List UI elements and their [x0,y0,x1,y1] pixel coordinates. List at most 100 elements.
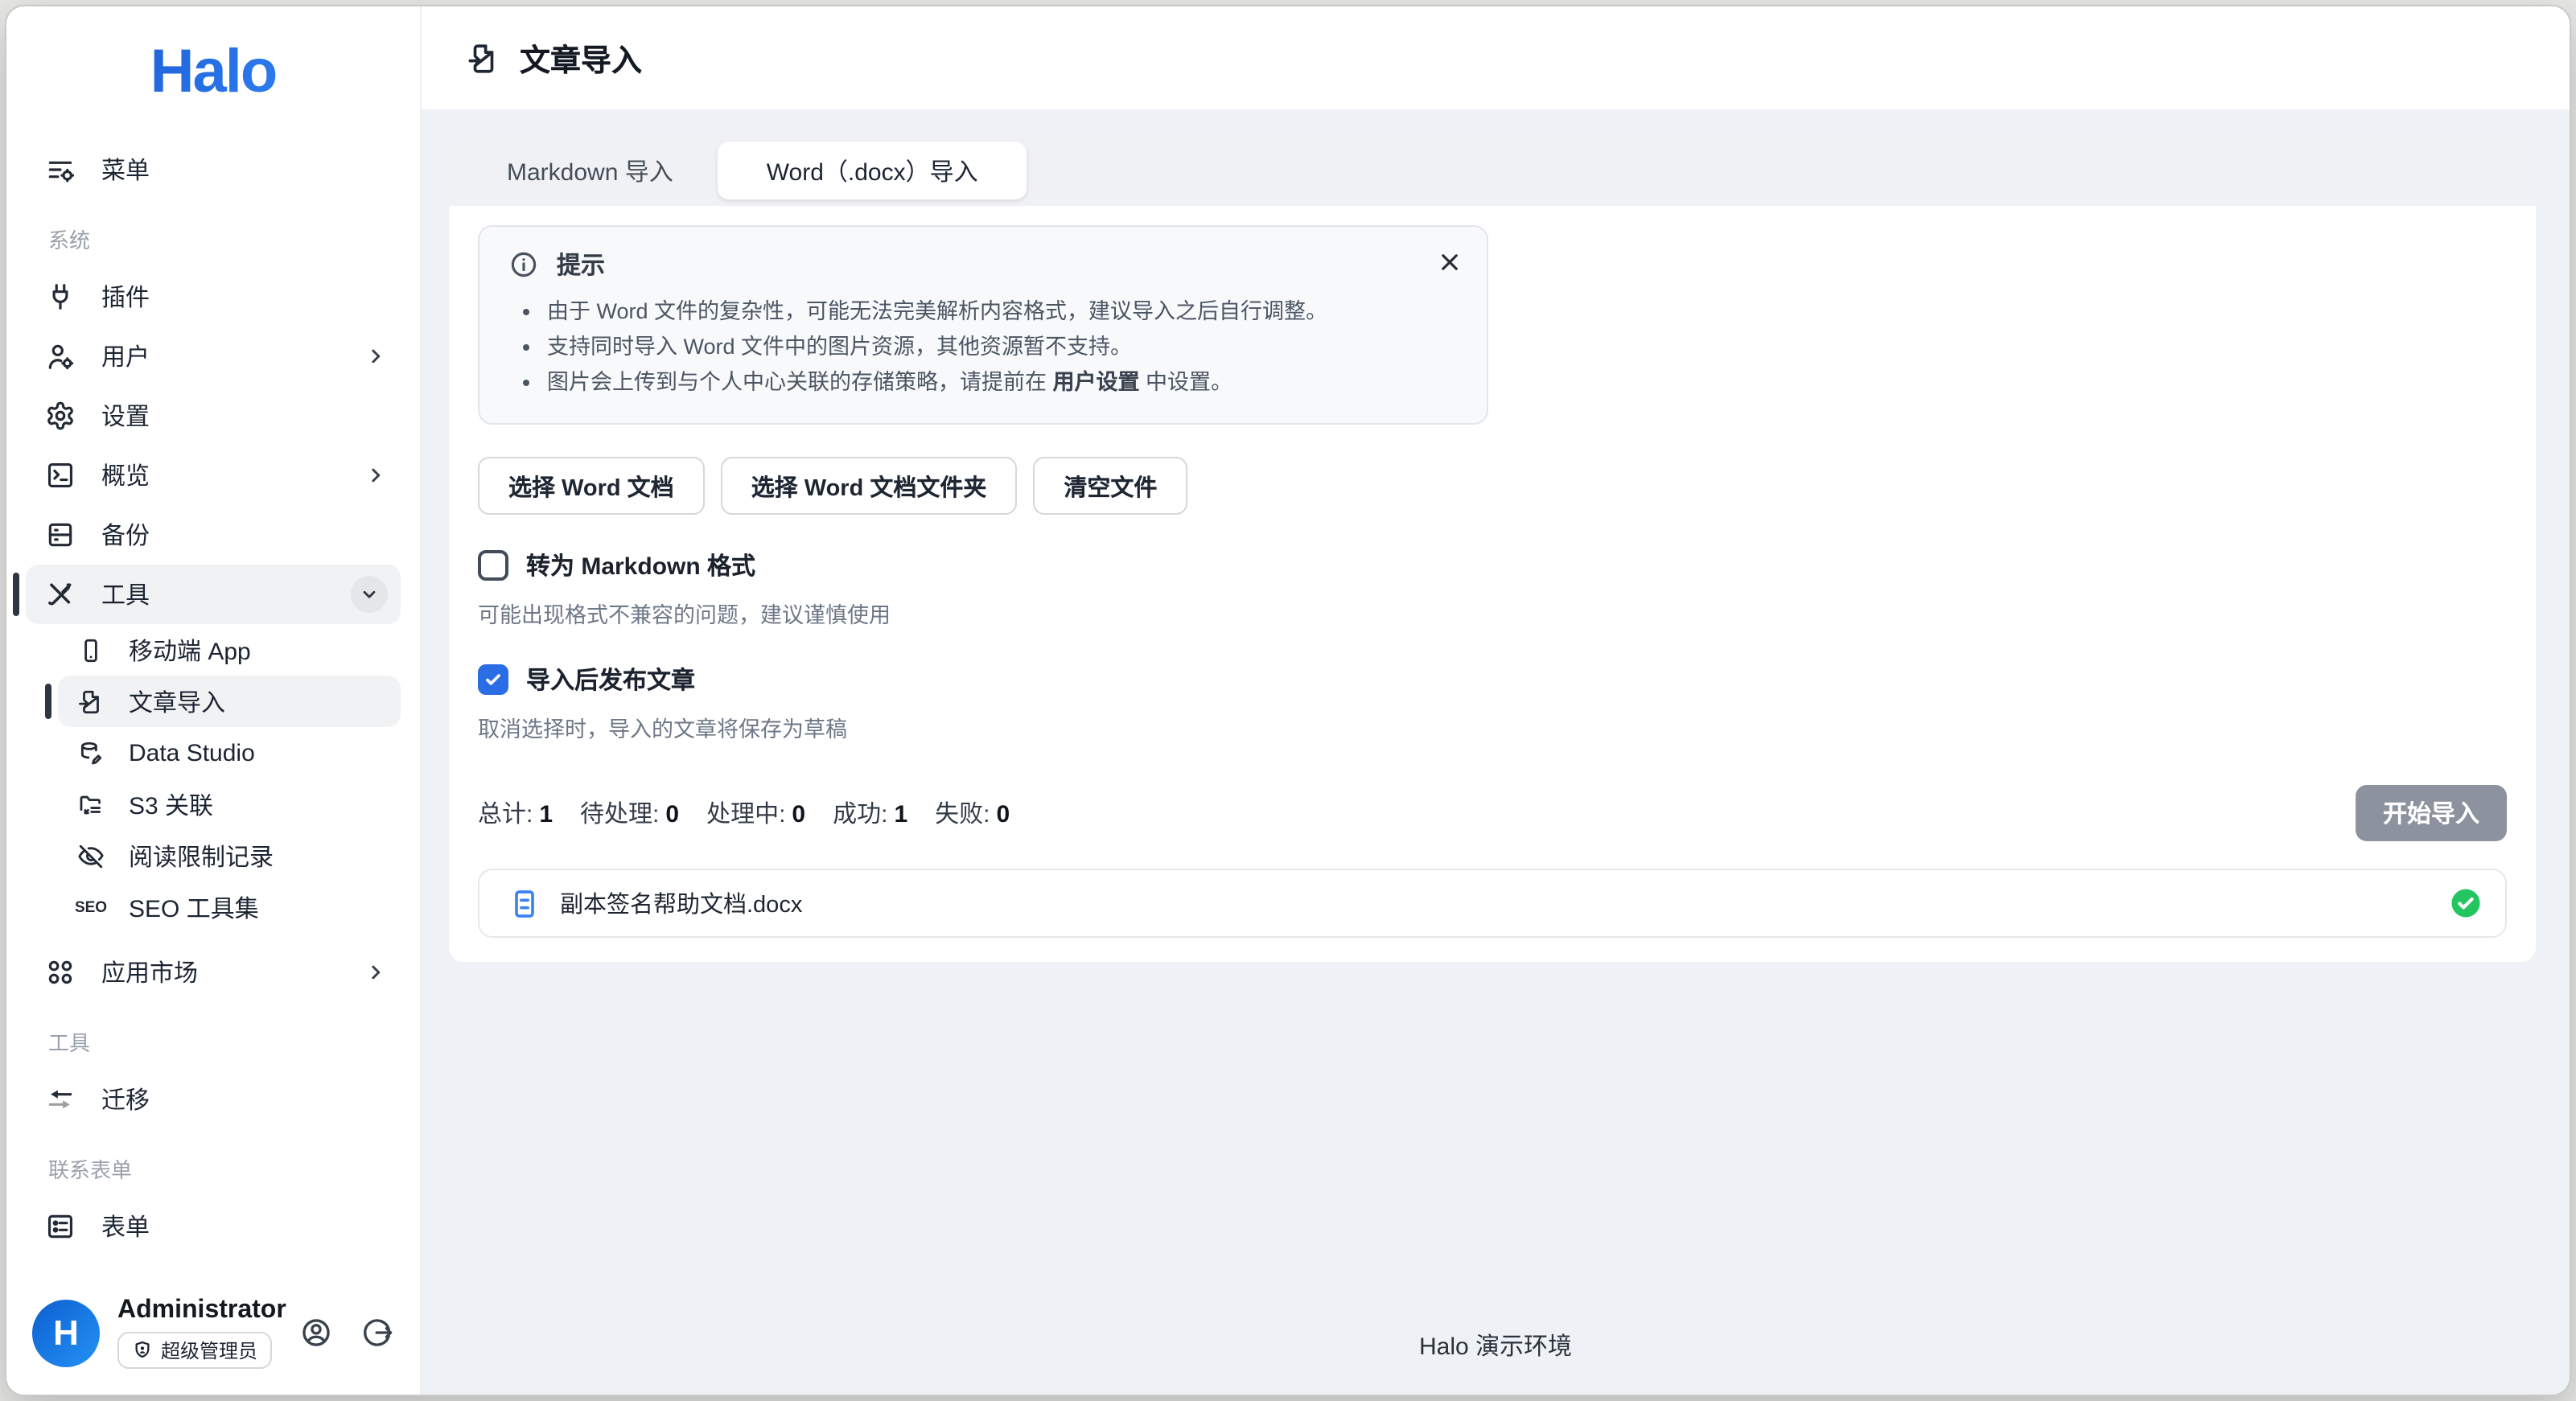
publish-checkbox-row[interactable]: 导入后发布文章 [478,663,2507,696]
alert-bullet: 支持同时导入 Word 文件中的图片资源，其他资源暂不支持。 [547,331,1461,364]
sidebar-item-data-studio[interactable]: Data Studio [58,727,401,779]
alert-bullet: 由于 Word 文件的复杂性，可能无法完美解析内容格式，建议导入之后自行调整。 [547,296,1461,328]
import-stats-row: 总计:1 待处理:0 处理中:0 成功:1 失败:0 开始导入 [478,785,2507,841]
file-action-buttons: 选择 Word 文档 选择 Word 文档文件夹 清空文件 [478,457,2507,515]
check-circle-icon [2449,886,2483,920]
import-panel: 提示 由于 Word 文件的复杂性，可能无法完美解析内容格式，建议导入之后自行调… [449,206,2536,962]
convert-markdown-checkbox-row[interactable]: 转为 Markdown 格式 [478,548,2507,582]
sidebar-item-label: 概览 [101,458,150,492]
user-area: H Administrator 超级管理员 [6,1280,420,1378]
sidebar-item-seo[interactable]: SEO SEO 工具集 [58,881,401,933]
sidebar-item-mobile-app[interactable]: 移动端 App [58,624,401,676]
terminal-icon [45,460,76,491]
sidebar-item-settings[interactable]: 设置 [26,386,401,446]
tips-alert: 提示 由于 Word 文件的复杂性，可能无法完美解析内容格式，建议导入之后自行调… [478,225,1488,425]
stat-pending: 待处理:0 [580,796,679,830]
seo-text-icon: SEO [77,894,105,921]
main-area: 文章导入 Markdown 导入 Word（.docx）导入 提示 [422,6,2570,1395]
sidebar-item-label: 文章导入 [129,684,225,718]
check-icon [483,669,504,690]
start-import-button[interactable]: 开始导入 [2356,785,2507,841]
stat-success: 成功:1 [833,796,907,830]
select-word-folder-button[interactable]: 选择 Word 文档文件夹 [721,457,1018,515]
folder-link-icon [77,791,105,818]
role-badge-label: 超级管理员 [161,1337,257,1364]
halo-logo: Halo [6,39,420,108]
checkbox[interactable] [478,664,508,695]
sidebar-section-tools: 工具 [48,1026,401,1057]
sidebar-item-label: S3 关联 [129,787,213,821]
sidebar-section-system: 系统 [48,224,401,254]
file-import-icon [77,688,105,715]
file-import-icon [467,41,500,75]
sidebar-item-migrate[interactable]: 迁移 [26,1070,401,1129]
sidebar-item-label: SEO 工具集 [129,890,259,924]
form-icon [45,1211,76,1242]
user-name: Administrator [117,1296,286,1325]
alert-bullet: 图片会上传到与个人中心关联的存储策略，请提前在 用户设置 中设置。 [547,367,1461,399]
sidebar-item-users[interactable]: 用户 [26,327,401,386]
stat-total: 总计:1 [478,796,553,830]
checkbox-hint: 可能出现格式不兼容的问题，建议谨慎使用 [478,597,2507,629]
sidebar-item-backup[interactable]: 备份 [26,505,401,565]
tab-markdown-import[interactable]: Markdown 导入 [462,142,718,199]
clear-files-button[interactable]: 清空文件 [1033,457,1187,515]
smartphone-icon [77,636,105,664]
sidebar-item-label: 表单 [101,1210,150,1243]
tab-word-import[interactable]: Word（.docx）导入 [718,142,1027,199]
sidebar-item-label: 工具 [101,577,150,611]
option-convert-markdown: 转为 Markdown 格式 可能出现格式不兼容的问题，建议谨慎使用 [478,548,2507,629]
page-header: 文章导入 [422,6,2570,109]
page-title: 文章导入 [520,36,642,80]
database-edit-icon [77,739,105,766]
info-circle-icon [508,249,539,280]
option-publish-after-import: 导入后发布文章 取消选择时，导入的文章将保存为草稿 [478,663,2507,743]
sidebar-item-label: 应用市场 [101,955,198,989]
user-circle-icon[interactable] [299,1316,333,1350]
environment-footer: Halo 演示环境 [422,1329,2570,1362]
chevron-right-icon [364,960,388,984]
alert-header: 提示 [508,248,1461,281]
plug-icon [45,281,76,312]
user-gear-icon [45,341,76,372]
sidebar-item-overview[interactable]: 概览 [26,446,401,505]
alert-title: 提示 [557,248,605,281]
content: Markdown 导入 Word（.docx）导入 提示 由于 Word 文件的… [422,109,2570,1395]
sidebar-item-label: 移动端 App [129,633,251,667]
sidebar-item-forms[interactable]: 表单 [26,1197,401,1256]
menu-settings-icon [45,154,76,185]
sidebar-item-s3[interactable]: S3 关联 [58,779,401,830]
checkbox-label: 转为 Markdown 格式 [526,548,755,582]
sidebar-item-label: 备份 [101,518,150,552]
sidebar-item-read-limit[interactable]: 阅读限制记录 [58,830,401,881]
word-document-icon [508,887,541,919]
select-word-doc-button[interactable]: 选择 Word 文档 [478,457,705,515]
avatar: H [32,1299,100,1366]
sidebar-nav: 菜单 系统 插件 用户 [6,140,420,1280]
sidebar-item-plugins[interactable]: 插件 [26,267,401,327]
checkbox[interactable] [478,550,508,581]
chevron-right-icon [364,463,388,487]
sidebar-item-menu[interactable]: 菜单 [26,140,401,199]
collapse-toggle[interactable] [351,576,388,613]
chevron-right-icon [364,344,388,368]
transfer-arrows-icon [45,1084,76,1115]
tab-bar: Markdown 导入 Word（.docx）导入 [449,135,2536,206]
chevron-down-icon [359,584,380,605]
tools-icon [45,579,76,610]
shield-user-icon [132,1340,153,1361]
sidebar-section-contact-form: 联系表单 [48,1153,401,1184]
screen: Halo 菜单 系统 插件 用户 [0,0,2576,1401]
sidebar-item-label: 阅读限制记录 [129,839,274,873]
grid-circles-icon [45,957,76,988]
sidebar-item-label: 用户 [101,339,150,373]
stat-processing: 处理中:0 [706,796,805,830]
sidebar-item-app-market[interactable]: 应用市场 [26,943,401,1002]
logout-icon[interactable] [360,1316,394,1350]
sidebar: Halo 菜单 系统 插件 用户 [6,6,422,1395]
close-icon[interactable] [1435,248,1464,277]
user-info: Administrator 超级管理员 [117,1296,286,1369]
role-badge: 超级管理员 [117,1332,272,1369]
sidebar-item-tools[interactable]: 工具 [26,565,401,624]
sidebar-item-article-import[interactable]: 文章导入 [58,676,401,727]
